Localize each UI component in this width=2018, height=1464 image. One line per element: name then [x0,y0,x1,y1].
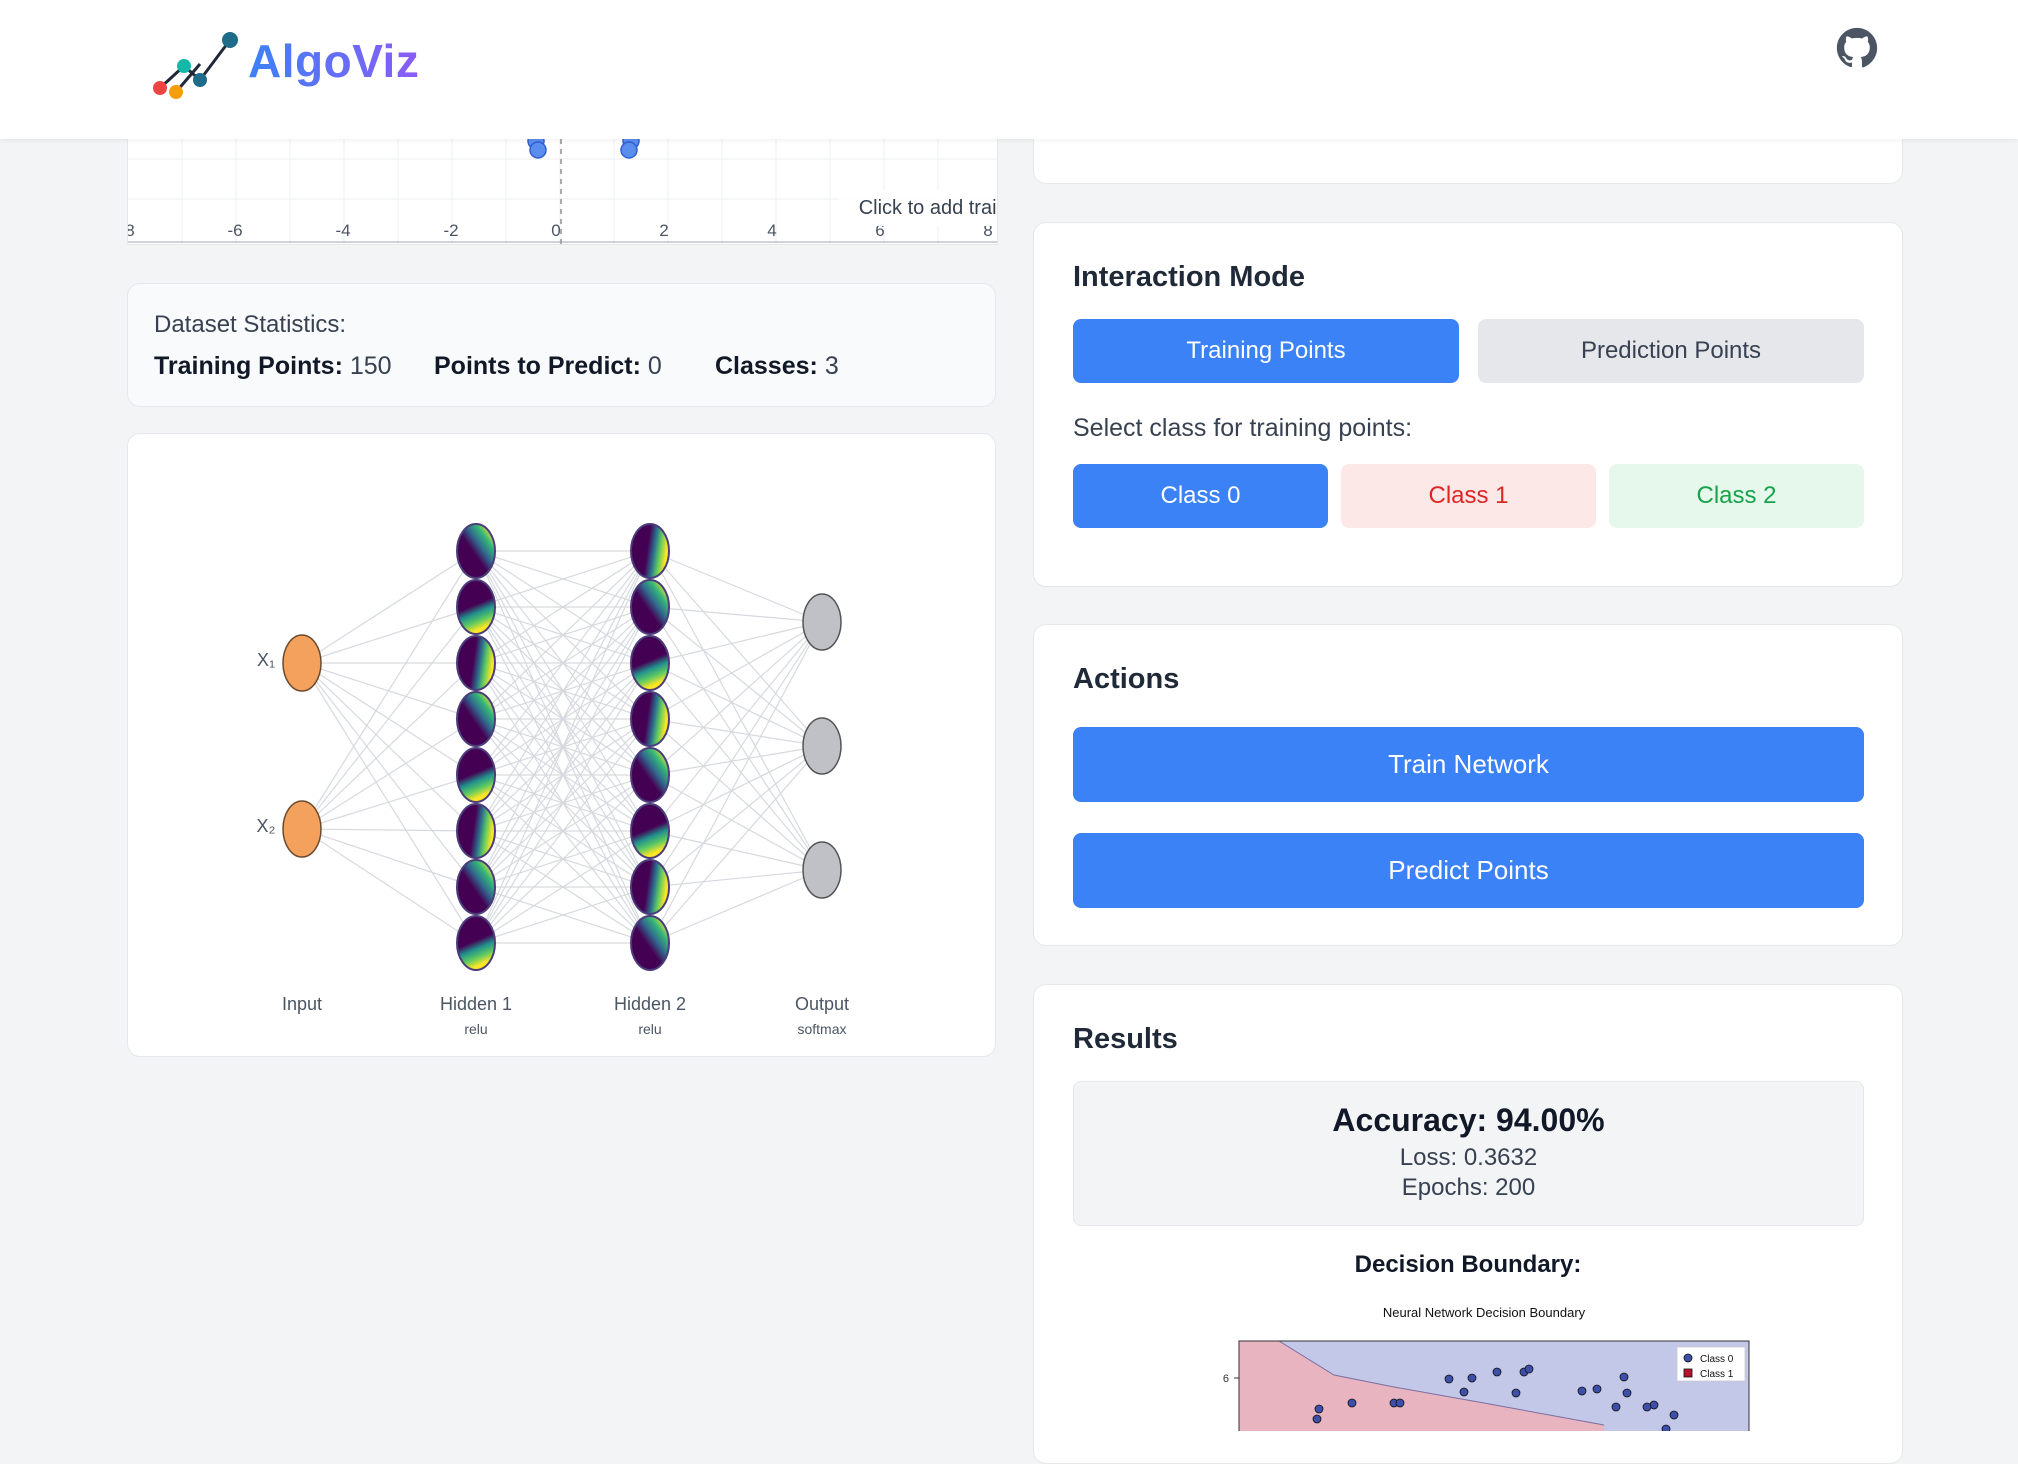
layer-name-input: Input [282,994,322,1014]
hidden-node [456,579,496,635]
classes-value: 3 [824,352,839,380]
hidden-node [630,635,670,691]
x-tick: 2 [659,221,668,240]
output-node [802,841,842,899]
interaction-mode-title: Interaction Mode [1073,261,1306,293]
hidden-node [456,915,496,971]
x-tick: 8 [128,221,135,240]
hidden-node [630,691,670,747]
chart-line-logo-icon[interactable] [148,28,243,106]
x-tick: -2 [443,221,458,240]
layer-name-hidden2: Hidden 2 [614,994,686,1014]
class-1-button[interactable]: Class 1 [1341,464,1596,528]
interaction-mode-card: Interaction Mode Training Points Predict… [1033,222,1903,587]
results-card: Results Accuracy: 94.00% Loss: 0.3632 Ep… [1033,984,1903,1464]
stats-title: Dataset Statistics: [154,311,347,338]
network-visualization: X₁ X₂ Input Hidden 1 relu Hidden 2 relu … [127,433,996,1057]
hidden-node [630,803,670,859]
output-node [802,593,842,651]
input-label-x2: X₂ [257,816,276,836]
layer-name-hidden1: Hidden 1 [440,994,512,1014]
input-node [282,634,322,692]
plot-hint: Click to add training point [839,190,997,226]
classes-label: Classes: [715,352,818,380]
plot-title: Neural Network Decision Boundary [1383,1305,1586,1320]
train-network-button[interactable]: Train Network [1073,727,1864,802]
actions-card: Actions Train Network Predict Points [1033,624,1903,946]
prediction-points-button[interactable]: Prediction Points [1478,319,1864,383]
results-title: Results [1073,1023,1178,1055]
hidden-node [456,803,496,859]
training-point [620,141,638,159]
layer-name-output: Output [795,994,849,1014]
points-to-predict-value: 0 [647,352,662,380]
hidden-node [630,523,670,579]
training-points-button[interactable]: Training Points [1073,319,1459,383]
x-tick: -6 [227,221,242,240]
metrics-box: Accuracy: 94.00% Loss: 0.3632 Epochs: 20… [1073,1081,1864,1226]
training-points-stat: Training Points: 150 [154,352,392,381]
x-tick: 4 [767,221,776,240]
hidden-node [456,747,496,803]
hidden-node [456,635,496,691]
training-points-label: Training Points: [154,352,343,380]
github-icon[interactable] [1836,27,1878,69]
hidden-node [456,523,496,579]
hidden-node [630,747,670,803]
output-node [802,717,842,775]
legend-class-0: Class 0 [1700,1354,1734,1365]
legend-class-1: Class 1 [1700,1369,1734,1380]
y-tick: 6 [1223,1373,1229,1385]
accuracy-value: Accuracy: 94.00% [1332,1102,1605,1138]
layer-activation-output: softmax [797,1021,846,1037]
points-to-predict-label: Points to Predict: [434,352,641,380]
hidden-node [456,691,496,747]
input-node [282,800,322,858]
input-label-x1: X₁ [257,650,275,670]
layer-activation-hidden2: relu [638,1021,661,1037]
epochs-value: Epochs: 200 [1401,1174,1536,1201]
select-class-label: Select class for training points: [1073,414,1413,442]
dataset-statistics: Dataset Statistics: Training Points: 150… [127,283,996,407]
x-tick: -4 [335,221,350,240]
decision-boundary-plot: Neural Network Decision Boundary 6 Class… [1223,1305,1750,1431]
layer-activation-hidden1: relu [464,1021,487,1037]
hidden-node [630,859,670,915]
x-tick: 0 [551,221,560,240]
brand-name[interactable]: AlgoViz [248,34,419,88]
network-connections [301,550,823,944]
actions-title: Actions [1073,663,1180,695]
points-to-predict-stat: Points to Predict: 0 [434,352,662,381]
training-plot[interactable]: 8 -6 -4 -2 0 2 4 6 8 Click to add traini… [127,139,998,245]
loss-value: Loss: 0.3632 [1399,1144,1538,1171]
class-0-button[interactable]: Class 0 [1073,464,1328,528]
training-points-value: 150 [349,352,392,380]
classes-stat: Classes: 3 [715,352,839,381]
hidden-node [630,915,670,971]
predict-points-button[interactable]: Predict Points [1073,833,1864,908]
decision-boundary-title: Decision Boundary: [1354,1251,1582,1278]
hidden-node [630,579,670,635]
network-diagram: X₁ X₂ Input Hidden 1 relu Hidden 2 relu … [257,523,849,1037]
app-header: AlgoViz [0,0,2018,139]
class-2-button[interactable]: Class 2 [1609,464,1864,528]
training-point [529,141,547,159]
hidden-node [456,859,496,915]
